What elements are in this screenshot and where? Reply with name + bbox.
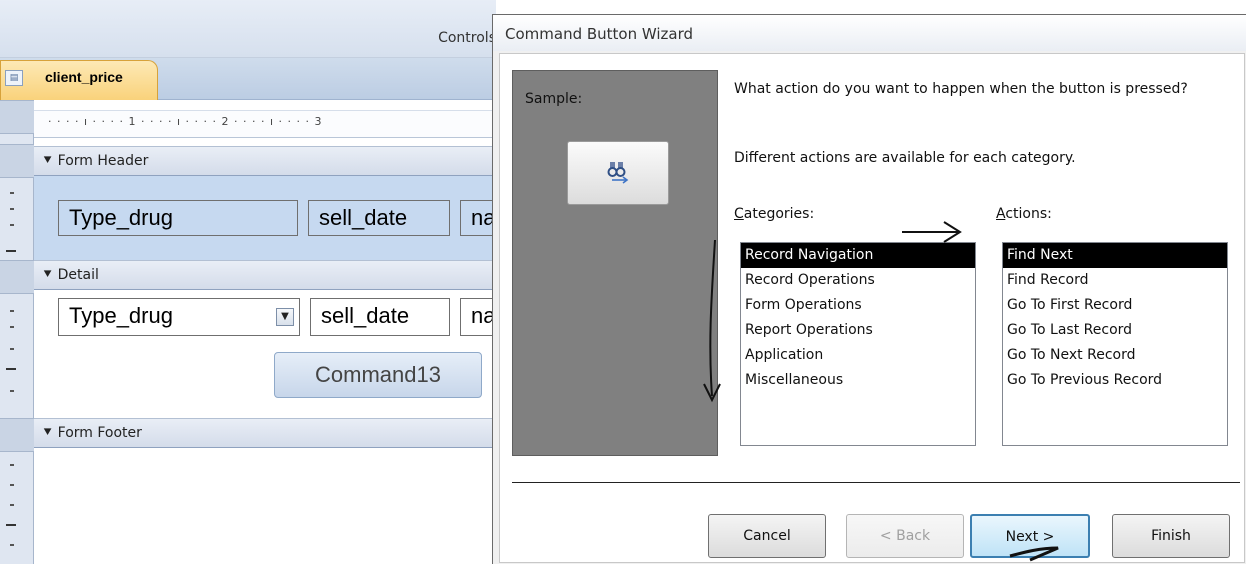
next-pointer-annotation bbox=[1009, 546, 1059, 562]
handdrawn-annotations bbox=[703, 221, 1059, 562]
down-arrow-annotation bbox=[709, 239, 716, 397]
